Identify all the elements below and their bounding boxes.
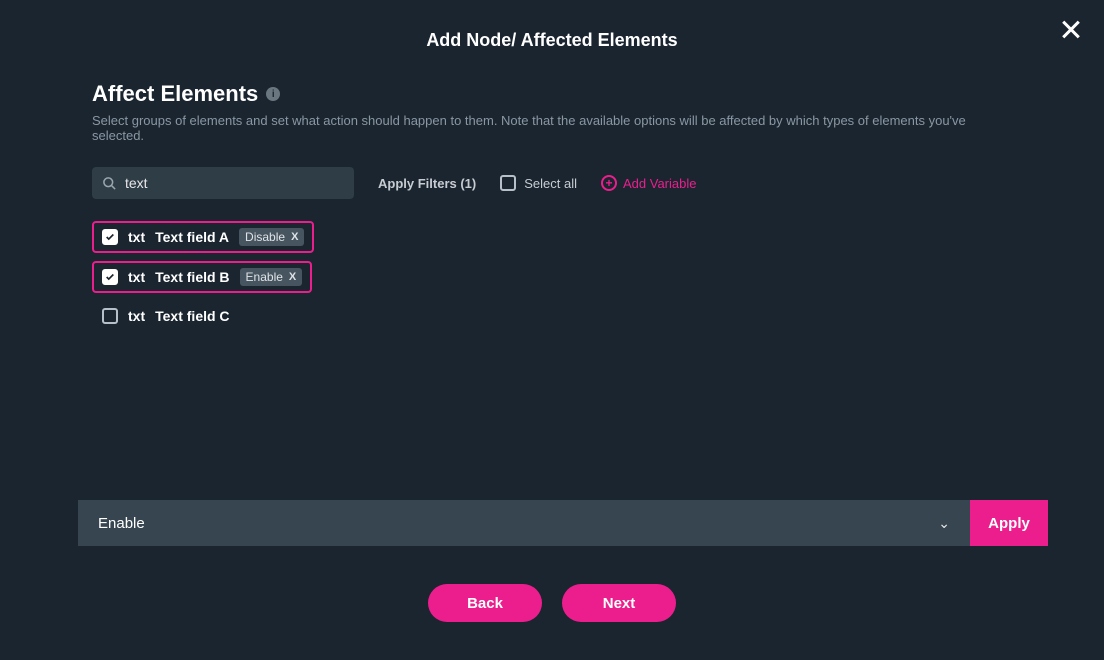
- section-heading-text: Affect Elements: [92, 81, 258, 107]
- chevron-down-icon: ⌄: [938, 515, 950, 532]
- checkbox-icon[interactable]: [102, 269, 118, 285]
- apply-button[interactable]: Apply: [970, 500, 1048, 546]
- section-description: Select groups of elements and set what a…: [92, 113, 1012, 143]
- action-chip-label: Enable: [246, 270, 283, 284]
- add-variable-label: Add Variable: [623, 176, 696, 191]
- element-prefix: txt: [128, 229, 145, 245]
- element-label: Text field A: [155, 229, 229, 245]
- element-row[interactable]: txt Text field C: [92, 301, 240, 331]
- element-row[interactable]: txt Text field B Enable X: [92, 261, 312, 293]
- select-all-label: Select all: [524, 176, 577, 191]
- action-select[interactable]: Enable ⌄: [78, 500, 970, 546]
- action-chip: Enable X: [240, 268, 303, 286]
- remove-action-icon[interactable]: X: [291, 231, 298, 243]
- plus-circle-icon: +: [601, 175, 617, 191]
- element-row[interactable]: txt Text field A Disable X: [92, 221, 314, 253]
- add-variable-button[interactable]: + Add Variable: [601, 175, 696, 191]
- action-select-value: Enable: [98, 515, 145, 532]
- checkbox-icon[interactable]: [102, 308, 118, 324]
- close-icon[interactable]: [1060, 18, 1082, 40]
- checkbox-icon[interactable]: [102, 229, 118, 245]
- section-heading: Affect Elements i: [92, 81, 1012, 107]
- element-label: Text field C: [155, 308, 229, 324]
- search-box[interactable]: [92, 167, 354, 199]
- search-icon: [102, 176, 117, 191]
- content-area: Affect Elements i Select groups of eleme…: [0, 51, 1104, 331]
- back-button[interactable]: Back: [428, 584, 542, 622]
- search-input[interactable]: [117, 175, 344, 191]
- modal-add-node-affected-elements: Add Node/ Affected Elements Affect Eleme…: [0, 0, 1104, 660]
- select-all-checkbox[interactable]: Select all: [500, 175, 577, 191]
- filter-row: Apply Filters (1) Select all + Add Varia…: [92, 167, 1012, 199]
- element-list: txt Text field A Disable Xtxt Text field B En…: [92, 221, 1012, 331]
- footer-nav: Back Next: [0, 584, 1104, 622]
- element-prefix: txt: [128, 269, 145, 285]
- apply-filters-link[interactable]: Apply Filters (1): [378, 176, 476, 191]
- next-button[interactable]: Next: [562, 584, 676, 622]
- element-prefix: txt: [128, 308, 145, 324]
- action-chip-label: Disable: [245, 230, 285, 244]
- modal-title: Add Node/ Affected Elements: [0, 0, 1104, 51]
- remove-action-icon[interactable]: X: [289, 271, 296, 283]
- checkbox-icon: [500, 175, 516, 191]
- apply-action-bar: Enable ⌄ Apply: [78, 500, 1048, 546]
- action-chip: Disable X: [239, 228, 304, 246]
- element-label: Text field B: [155, 269, 229, 285]
- info-icon[interactable]: i: [266, 87, 280, 101]
